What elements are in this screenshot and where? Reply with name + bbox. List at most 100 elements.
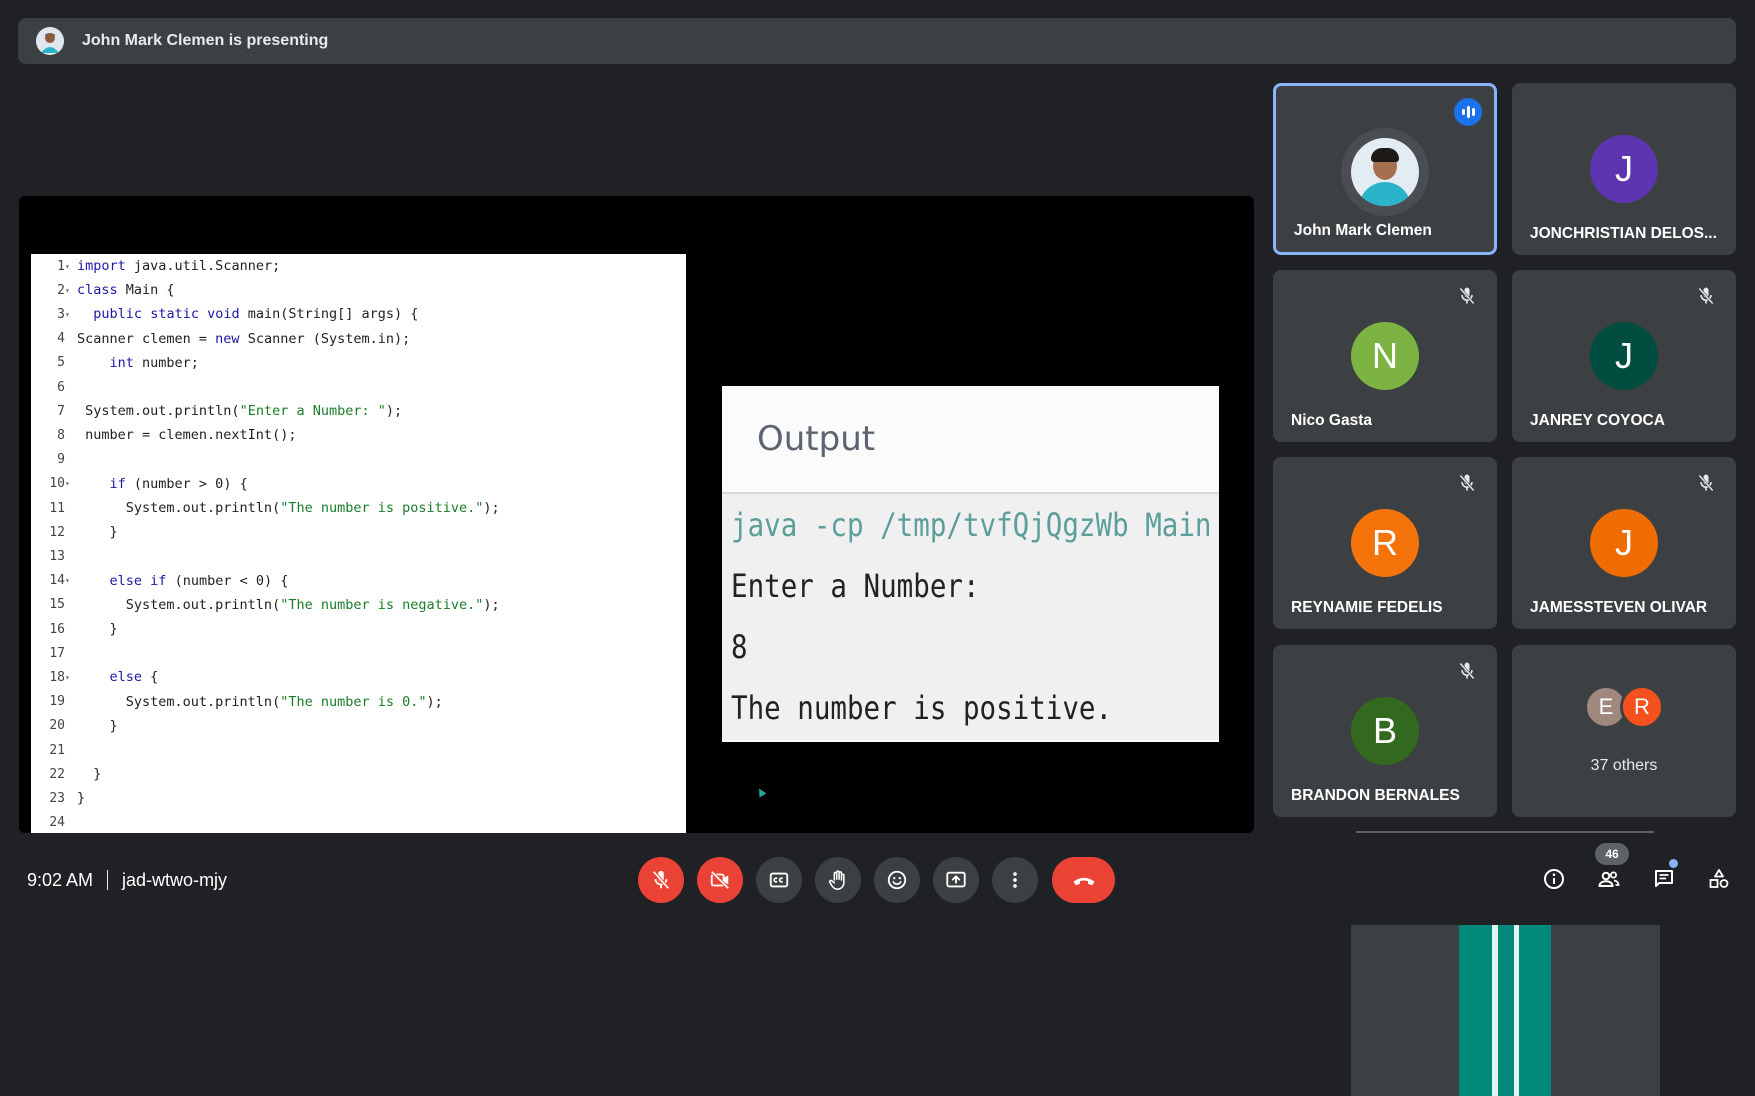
camera-button[interactable] xyxy=(697,857,743,903)
code-line: 2 ▾ class Main { xyxy=(31,278,175,302)
code-text: class Main { xyxy=(77,282,175,299)
code-line: 10 ▾ if (number > 0) { xyxy=(31,472,248,496)
line-number: 9 xyxy=(57,452,65,468)
output-title: Output xyxy=(757,419,876,459)
participant-avatar: B xyxy=(1351,697,1419,765)
line-number: 12 xyxy=(49,524,65,540)
meeting-details[interactable]: 9:02 AM jad-wtwo-mjy xyxy=(27,866,227,894)
end-call-button[interactable] xyxy=(1052,857,1115,903)
chat-button[interactable] xyxy=(1641,856,1687,902)
emoji-icon xyxy=(887,870,907,890)
code-text: else { xyxy=(109,669,159,686)
line-number: 3 xyxy=(57,306,65,322)
line-number: 22 xyxy=(49,766,65,782)
divider xyxy=(107,870,109,890)
people-button[interactable]: 46 xyxy=(1586,843,1632,902)
tiles-scrollbar[interactable] xyxy=(1356,831,1654,833)
hand-icon xyxy=(828,870,845,890)
code-line: 21 xyxy=(31,738,77,762)
code-line: 24 xyxy=(31,811,77,833)
participant-avatar: J xyxy=(1590,509,1658,577)
line-number: 20 xyxy=(49,718,65,734)
info-icon xyxy=(1544,869,1564,889)
fold-arrow-icon[interactable]: ▾ xyxy=(65,310,77,319)
participant-tile[interactable]: John Mark Clemen xyxy=(1273,83,1497,255)
microphone-button[interactable] xyxy=(638,857,684,903)
presenting-text: John Mark Clemen is presenting xyxy=(82,32,329,49)
line-number: 17 xyxy=(49,645,65,661)
code-line: 4 Scanner clemen = new Scanner (System.in… xyxy=(31,327,410,351)
others-avatars: E R xyxy=(1512,685,1736,729)
participant-tile[interactable]: B BRANDON BERNALES xyxy=(1273,645,1497,817)
participant-tile[interactable]: R REYNAMIE FEDELIS xyxy=(1273,457,1497,629)
participant-name: JONCHRISTIAN DELOS... xyxy=(1530,225,1717,242)
participant-tile[interactable]: J JONCHRISTIAN DELOS... xyxy=(1512,83,1736,255)
line-number: 14 xyxy=(49,573,65,589)
code-line: 14 ▾ else if (number < 0) { xyxy=(31,569,288,593)
meeting-details-button[interactable] xyxy=(1531,856,1577,902)
fold-arrow-icon[interactable]: ▾ xyxy=(65,479,77,488)
line-number: 4 xyxy=(57,331,65,347)
participant-name: Nico Gasta xyxy=(1291,412,1372,429)
code-line: 20 } xyxy=(31,714,117,738)
call-controls xyxy=(638,857,1128,903)
line-number: 7 xyxy=(57,403,65,419)
fold-arrow-icon[interactable]: ▾ xyxy=(65,673,77,682)
others-tile[interactable]: E R 37 others xyxy=(1512,645,1736,817)
code-line: 18 ▾ else { xyxy=(31,665,158,689)
participant-tile[interactable]: N Nico Gasta xyxy=(1273,270,1497,442)
camera-off-icon xyxy=(710,870,730,890)
code-line: 13 xyxy=(31,544,77,568)
presenter-avatar xyxy=(36,27,64,55)
code-text: } xyxy=(77,621,118,637)
fold-arrow-icon[interactable]: ▾ xyxy=(65,262,77,271)
code-line: 8 number = clemen.nextInt(); xyxy=(31,423,296,447)
mic-off-icon xyxy=(1459,662,1475,680)
code-text: public static void main(String[] args) { xyxy=(93,306,419,323)
participant-photo-avatar xyxy=(1351,138,1419,206)
participant-tile[interactable]: J JAMESSTEVEN OLIVAR xyxy=(1512,457,1736,629)
self-view-video[interactable] xyxy=(1351,925,1660,1096)
output-console: java -cp /tmp/tvfQjQgzWb Main Enter a Nu… xyxy=(722,494,1219,740)
present-button[interactable] xyxy=(933,857,979,903)
activities-button[interactable] xyxy=(1696,856,1742,902)
participant-avatar: J xyxy=(1590,135,1658,203)
meet-window: John Mark Clemen is presenting 1 ▾ import … xyxy=(0,0,1755,1096)
code-text: import java.util.Scanner; xyxy=(77,258,281,274)
fold-arrow-icon[interactable]: ▾ xyxy=(65,286,77,295)
more-options-button[interactable] xyxy=(992,857,1038,903)
code-text: } xyxy=(77,790,86,807)
present-screen-icon xyxy=(946,871,966,888)
mic-off-icon xyxy=(1459,287,1475,305)
meeting-time: 9:02 AM xyxy=(27,869,94,890)
code-text: Scanner clemen = new Scanner (System.in)… xyxy=(77,330,411,347)
code-line: 22 } xyxy=(31,762,101,786)
end-call-icon xyxy=(1073,877,1094,886)
presentation-screen: 1 ▾ import java.util.Scanner; 2 ▾ class Main … xyxy=(19,196,1254,833)
code-text: if (number > 0) { xyxy=(109,475,248,492)
mic-off-icon xyxy=(1698,474,1714,492)
participant-name: JANREY COYOCA xyxy=(1530,412,1665,429)
output-line: Enter a Number: xyxy=(731,566,980,605)
raise-hand-button[interactable] xyxy=(815,857,861,903)
line-number: 13 xyxy=(49,548,65,564)
code-text: System.out.println("Enter a Number: "); xyxy=(77,403,403,420)
captions-button[interactable] xyxy=(756,857,802,903)
code-line: 7 System.out.println("Enter a Number: ")… xyxy=(31,399,402,423)
code-text: else if (number < 0) { xyxy=(109,572,289,589)
output-header: Output xyxy=(722,386,1219,494)
line-number: 5 xyxy=(57,355,65,371)
code-line: 23} xyxy=(31,786,85,810)
participant-avatar: R xyxy=(1351,509,1419,577)
line-number: 2 xyxy=(57,282,65,298)
mouse-pointer-icon xyxy=(755,786,767,798)
line-number: 24 xyxy=(49,815,65,831)
line-number: 19 xyxy=(49,694,65,710)
emoji-button[interactable] xyxy=(874,857,920,903)
code-line: 15 System.out.println("The number is neg… xyxy=(31,593,499,617)
output-line: The number is positive. xyxy=(731,688,1113,727)
participant-tile[interactable]: J JANREY COYOCA xyxy=(1512,270,1736,442)
fold-arrow-icon[interactable]: ▾ xyxy=(65,576,77,585)
line-number: 23 xyxy=(49,790,65,806)
meeting-side-actions: 46 xyxy=(1531,843,1751,902)
